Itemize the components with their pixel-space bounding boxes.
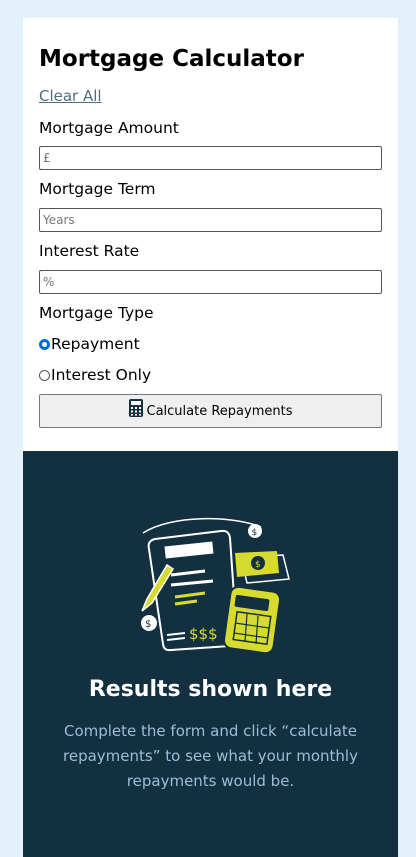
clear-all-link[interactable]: Clear All [39, 87, 102, 105]
mortgage-type-label: Mortgage Type [39, 304, 154, 322]
svg-text:$: $ [255, 560, 261, 570]
page-title: Mortgage Calculator [39, 46, 304, 72]
results-panel: $$$ $ $ $ Results shown here Complete th… [23, 451, 398, 857]
calculator-card: Mortgage Calculator Clear All Mortgage A… [23, 18, 398, 857]
calculator-icon [128, 399, 143, 417]
interest-rate-input[interactable] [39, 270, 382, 294]
empty-results-illustration: $$$ $ $ $ [141, 517, 290, 655]
mortgage-term-label: Mortgage Term [39, 180, 156, 198]
radio-option-interest-only[interactable]: Interest Only [39, 366, 151, 384]
svg-text:$: $ [145, 619, 151, 630]
results-description: Complete the form and click “calculate r… [63, 722, 358, 790]
results-title: Results shown here [88, 677, 333, 702]
interest-rate-label: Interest Rate [39, 242, 140, 260]
radio-label-repayment: Repayment [51, 335, 140, 353]
mortgage-term-input[interactable] [39, 208, 382, 232]
radio-label-interest-only: Interest Only [51, 366, 152, 384]
radio-button-interest-only[interactable] [39, 369, 50, 381]
mortgage-amount-label: Mortgage Amount [39, 119, 179, 137]
calculate-button-label: Calculate Repayments [146, 403, 293, 419]
svg-text:$: $ [252, 528, 258, 538]
svg-text:$$$: $$$ [189, 625, 218, 643]
calculate-repayments-button[interactable]: Calculate Repayments [39, 394, 382, 428]
radio-option-repayment[interactable]: Repayment [39, 335, 140, 353]
radio-button-repayment[interactable] [39, 338, 50, 350]
mortgage-amount-input[interactable] [39, 146, 382, 170]
